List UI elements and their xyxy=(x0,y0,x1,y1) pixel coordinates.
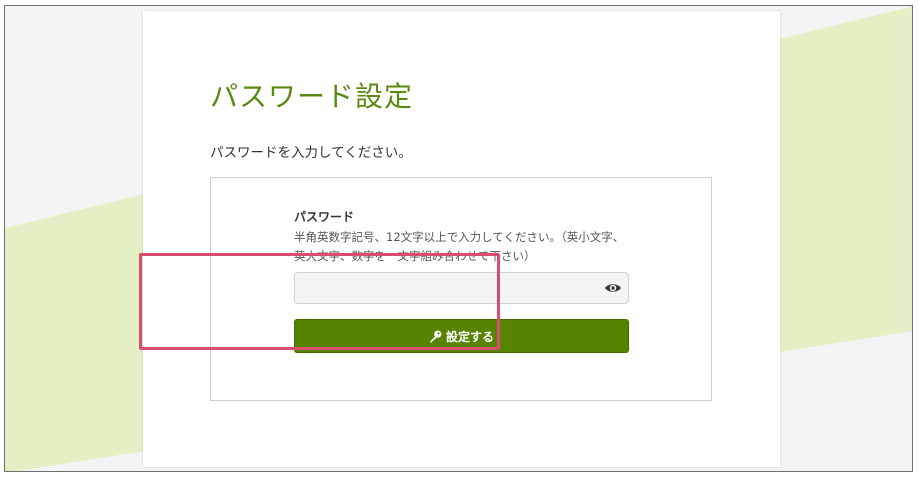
key-icon-graphic xyxy=(430,330,442,342)
password-form: パスワード 半角英数字記号、12文字以上で入力してください。（英小文字、英大文字… xyxy=(210,177,712,401)
eye-icon-graphic xyxy=(605,284,621,292)
page-title: パスワード設定 xyxy=(210,80,414,113)
set-password-button[interactable]: 設定する xyxy=(294,319,629,353)
key-icon xyxy=(429,330,442,343)
password-help-text: 半角英数字記号、12文字以上で入力してください。（英小文字、英大文字、数字を一文… xyxy=(294,230,625,263)
password-input[interactable] xyxy=(295,273,595,303)
password-field-wrapper xyxy=(294,272,629,304)
password-label: パスワード xyxy=(294,210,355,224)
password-card: パスワード設定 パスワードを入力してください。 パスワード 半角英数字記号、12… xyxy=(143,11,780,467)
instruction-text: パスワードを入力してください。 xyxy=(210,145,412,161)
set-password-button-label: 設定する xyxy=(445,329,494,344)
eye-icon[interactable] xyxy=(604,280,622,296)
screen-frame: パスワード設定 パスワードを入力してください。 パスワード 半角英数字記号、12… xyxy=(4,5,913,472)
